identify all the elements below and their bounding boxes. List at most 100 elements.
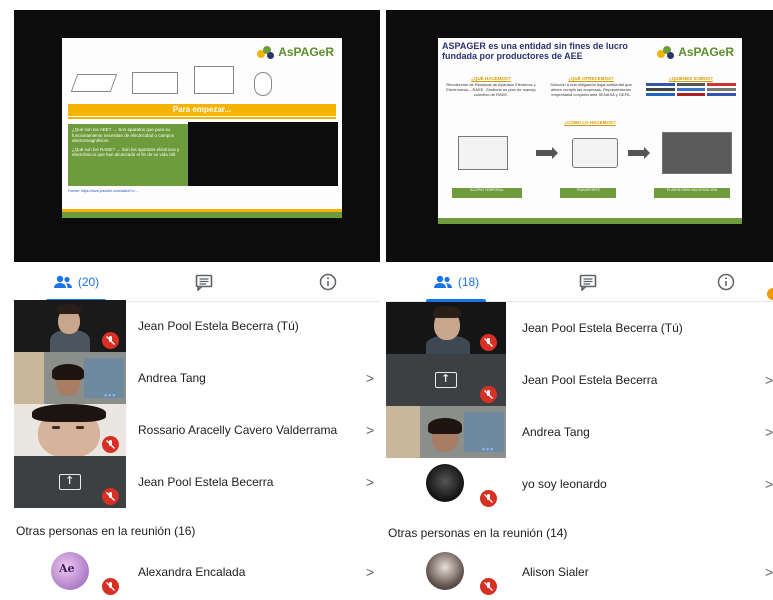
participant-row[interactable]: Alison Sialer > [386, 546, 773, 598]
participant-name: Jean Pool Estela Becerra [138, 475, 274, 489]
avatar [426, 464, 464, 502]
label-collection: ACOPIO TEMPORAL [452, 188, 522, 198]
participant-avatar-area [386, 546, 506, 598]
col-text: Solución a una obligación legal ambienta… [550, 82, 632, 97]
others-section-header: Otras personas en la reunión (16) [16, 524, 196, 538]
participant-name: Alison Sialer [522, 565, 589, 579]
truck-illustration [572, 138, 618, 168]
logo-mark-icon [257, 44, 275, 60]
chevron-right-icon[interactable]: > [366, 456, 374, 508]
side-panel-tabs: (18) [386, 262, 773, 302]
participant-name: Andrea Tang [138, 371, 206, 385]
collection-box [458, 136, 508, 170]
col-heading: ¿QUÉ OFRECEMOS? [568, 76, 614, 81]
presentation-stage: ASPAGER es una entidad sin fines de lucr… [386, 10, 773, 262]
participant-row[interactable]: ••• Andrea Tang > [386, 406, 773, 458]
tab-info[interactable] [706, 262, 746, 302]
participant-avatar-area [386, 458, 506, 510]
people-count: (18) [457, 275, 480, 289]
arrow-right-icon [628, 147, 650, 159]
embedded-video-area [188, 122, 338, 186]
avatar [426, 552, 464, 590]
present-screen-icon [59, 474, 81, 490]
participant-video [14, 300, 126, 352]
present-screen-icon [435, 372, 457, 388]
participant-avatar-area: Ae [14, 546, 126, 598]
participant-name: Jean Pool Estela Becerra (Tú) [522, 321, 683, 335]
shared-slide: ASPAGER es una entidad sin fines de lucr… [438, 38, 742, 224]
tab-people[interactable]: (20) [40, 262, 112, 302]
plant-photo [662, 132, 732, 174]
process-flow [448, 132, 734, 178]
more-dots-icon: ••• [104, 390, 117, 400]
chat-icon [195, 274, 213, 291]
chat-icon [579, 274, 597, 291]
right-meeting-panel: ASPAGER es una entidad sin fines de lucr… [386, 0, 773, 600]
slide-banner: Para empezar... [68, 104, 336, 116]
tab-info[interactable] [308, 262, 348, 302]
participant-name: Jean Pool Estela Becerra [522, 373, 658, 387]
participant-row[interactable]: Jean Pool Estela Becerra > [386, 354, 773, 406]
col-heading: ¿QUÉ HACEMOS? [471, 76, 511, 81]
left-meeting-panel: AsPAGeR Para empezar... ¿Qué son los AEE… [14, 0, 380, 600]
participant-video: ••• [14, 352, 126, 404]
slide-col-what: ¿QUÉ HACEMOS? Recolección de Residuos de… [446, 76, 536, 97]
participant-video [386, 354, 506, 406]
devices-illustration [70, 64, 290, 100]
definition-aee: ¿Qué son los AEE? → Son aparatos que par… [72, 127, 175, 143]
screenshot-collage: AsPAGeR Para empezar... ¿Qué son los AEE… [0, 0, 773, 600]
label-transport: TRANSPORTE [560, 188, 616, 198]
mic-off-icon [102, 436, 119, 453]
participant-video: ••• [386, 406, 506, 458]
chevron-right-icon[interactable]: > [765, 458, 773, 510]
info-icon [717, 273, 735, 291]
arrow-right-icon [536, 147, 558, 159]
participant-row[interactable]: Rossario Aracelly Cavero Valderrama > [14, 404, 380, 456]
more-dots-icon: ••• [482, 444, 495, 454]
mic-off-icon [480, 490, 497, 507]
participant-name: Andrea Tang [522, 425, 590, 439]
col-text: Recolección de Residuos de Aparatos Eléc… [446, 82, 536, 97]
participant-row[interactable]: Jean Pool Estela Becerra (Tú) [14, 300, 380, 352]
how-heading: ¿CÓMO LO HACEMOS? [564, 120, 616, 125]
mic-off-icon [102, 488, 119, 505]
participant-row[interactable]: ••• Andrea Tang > [14, 352, 380, 404]
participant-video [14, 404, 126, 456]
chevron-right-icon[interactable]: > [366, 352, 374, 404]
logo-text: AsPAGeR [278, 45, 334, 59]
member-logos [646, 83, 736, 96]
mic-off-icon [480, 334, 497, 351]
slide-footer-green [62, 212, 342, 218]
chevron-right-icon[interactable]: > [765, 546, 773, 598]
avatar: Ae [51, 552, 89, 590]
shared-slide: AsPAGeR Para empezar... ¿Qué son los AEE… [62, 38, 342, 218]
participant-name: Rossario Aracelly Cavero Valderrama [138, 423, 338, 437]
participant-row[interactable]: Ae Alexandra Encalada > [14, 546, 380, 598]
chevron-right-icon[interactable]: > [765, 354, 773, 406]
participant-row[interactable]: yo soy leonardo > [386, 458, 773, 510]
participant-name: Jean Pool Estela Becerra (Tú) [138, 319, 299, 333]
tab-chat[interactable] [184, 262, 224, 302]
info-icon [319, 273, 337, 291]
slide-footer-green [438, 218, 742, 224]
participant-row[interactable]: Jean Pool Estela Becerra > [14, 456, 380, 508]
participant-name: yo soy leonardo [522, 477, 607, 491]
people-icon [433, 275, 452, 288]
chevron-right-icon[interactable]: > [765, 406, 773, 458]
chevron-right-icon[interactable]: > [366, 546, 374, 598]
side-panel-tabs: (20) [14, 262, 380, 302]
logo-mark-icon [657, 44, 675, 60]
logo-text: AsPAGeR [678, 45, 734, 59]
notification-dot [767, 288, 773, 300]
participant-row[interactable]: Jean Pool Estela Becerra (Tú) [386, 302, 773, 354]
slide-col-offer: ¿QUÉ OFRECEMOS? Solución a una obligació… [546, 76, 636, 97]
tab-people[interactable]: (18) [420, 262, 492, 302]
definition-raee: ¿Qué son los RAEE? → Son los aparatos el… [72, 146, 180, 158]
slide-source-link: Fuente: https://www.youtube.com/watch?v=… [68, 189, 139, 193]
people-icon [53, 275, 72, 288]
col-heading: ¿QUIÉNES SOMOS? [669, 76, 713, 81]
slide-columns: ¿QUÉ HACEMOS? Recolección de Residuos de… [446, 76, 736, 97]
aspager-logo: AsPAGeR [257, 44, 334, 60]
chevron-right-icon[interactable]: > [366, 404, 374, 456]
tab-chat[interactable] [568, 262, 608, 302]
